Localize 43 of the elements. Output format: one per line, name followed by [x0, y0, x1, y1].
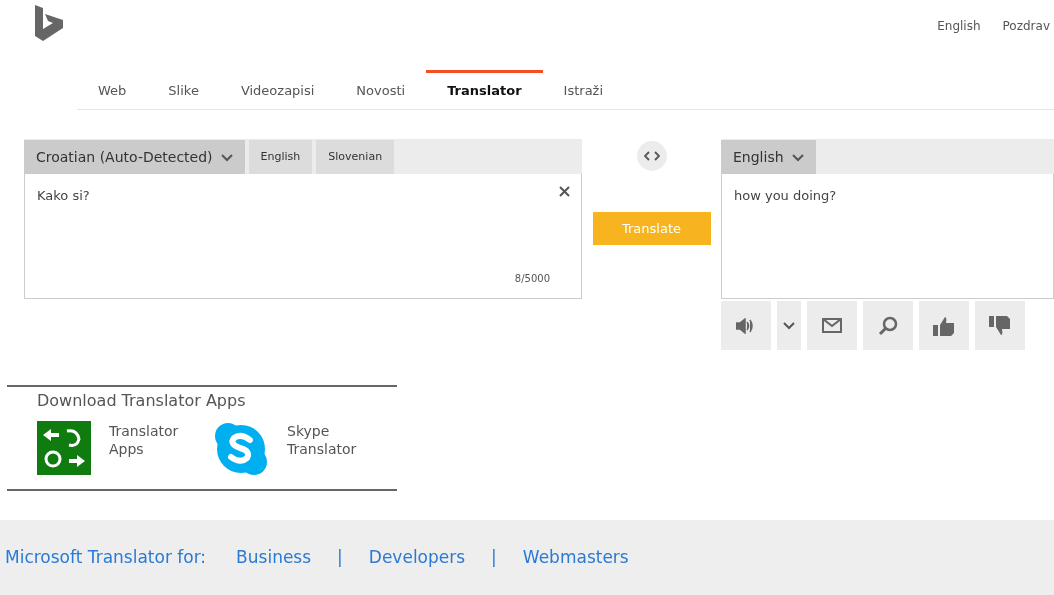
swap-languages-button[interactable]: [636, 141, 667, 171]
footer-label: Microsoft Translator for:: [5, 545, 207, 569]
translator-app-icon[interactable]: [37, 421, 91, 475]
swap-icon: [643, 151, 660, 161]
nav-tab[interactable]: Istraži: [542, 70, 625, 109]
speaker-icon: [736, 317, 756, 334]
language-tab[interactable]: Slovenian: [316, 140, 395, 174]
footer-link[interactable]: Business: [236, 544, 312, 571]
nav-tab[interactable]: Translator: [426, 70, 543, 109]
footer-link[interactable]: Developers: [368, 544, 466, 571]
chevron-down-icon: [783, 321, 795, 330]
mail-icon: [822, 318, 842, 333]
search-button[interactable]: [863, 301, 913, 350]
target-language-dropdown[interactable]: English: [721, 140, 816, 174]
logo-icon[interactable]: [35, 5, 64, 41]
separator: |: [337, 545, 343, 569]
speaker-button[interactable]: [721, 301, 771, 350]
top-link[interactable]: English: [937, 17, 981, 35]
thumbs-up-button[interactable]: [919, 301, 969, 350]
app-link[interactable]: Translator Apps: [109, 421, 189, 477]
chevron-down-icon: [791, 153, 804, 162]
nav-tab[interactable]: Slike: [147, 70, 220, 109]
chevron-down-button[interactable]: [777, 301, 801, 350]
translation-text: how you doing?: [734, 188, 837, 203]
chevron-down-icon: [220, 153, 233, 162]
thumbs-down-button[interactable]: [975, 301, 1025, 350]
app-link[interactable]: Skype Translator: [287, 421, 367, 477]
close-icon[interactable]: [559, 186, 570, 197]
skype-icon[interactable]: [213, 421, 269, 477]
nav-tab[interactable]: Videozapisi: [219, 70, 336, 109]
mail-button[interactable]: [807, 301, 857, 350]
nav-tab[interactable]: Novosti: [335, 70, 427, 109]
top-link[interactable]: Pozdrav: [1002, 17, 1050, 35]
section-title: Download Translator Apps: [37, 390, 247, 412]
search-icon: [878, 315, 898, 336]
thumbs-up-icon: [933, 315, 955, 336]
source-language-dropdown[interactable]: Croatian (Auto-Detected): [24, 140, 245, 174]
nav-tab[interactable]: Web: [77, 70, 148, 109]
language-tab[interactable]: English: [248, 140, 313, 174]
footer-link[interactable]: Webmasters: [522, 544, 629, 571]
character-counter: 8/5000: [514, 272, 550, 286]
separator: |: [491, 545, 497, 569]
thumbs-down-icon: [989, 315, 1011, 336]
